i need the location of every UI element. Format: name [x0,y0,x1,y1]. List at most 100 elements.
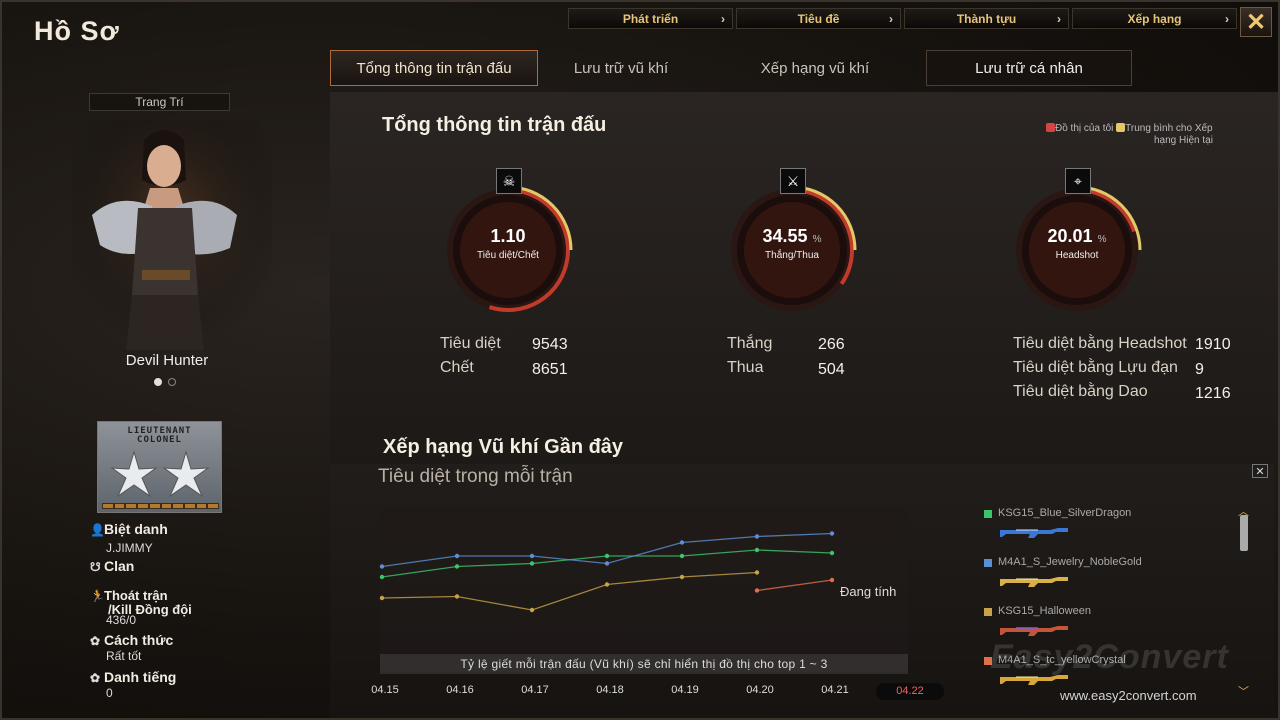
data-point[interactable] [379,564,385,569]
top-nav: Phát triển › Tiêu đề › Thành tựu › Xếp hạng… [568,8,1237,29]
data-point[interactable] [754,588,760,593]
scroll-thumb[interactable] [1240,515,1248,551]
knife-kills-value: 1216 [1195,385,1231,402]
counting-label: Đang tính [840,584,897,599]
x-tick-label[interactable]: 04.16 [435,684,485,696]
gauge-number: 20.01 [1047,226,1093,246]
data-point[interactable] [679,553,685,559]
close-icon: ✕ [1255,465,1265,478]
data-point[interactable] [679,540,685,545]
weapon-color-swatch [984,608,992,616]
crossed-swords-icon: ⚔ [780,168,806,194]
watermark-url: www.easy2convert.com [1060,688,1197,703]
rank-title-line: COLONEL [137,435,182,445]
losses-value: 504 [818,361,845,378]
rank-progress [102,503,219,509]
weapon-color-swatch [984,510,992,518]
weapon-name: KSG15_Blue_SilverDragon [984,507,1142,519]
data-point[interactable] [529,553,535,559]
data-point[interactable] [829,531,835,536]
weapon-list-scrollbar[interactable]: ︿ ﹀ [1238,506,1249,707]
data-point[interactable] [604,553,610,559]
data-point[interactable] [604,582,610,587]
x-tick-label[interactable]: 04.18 [585,684,635,696]
chevron-right-icon: › [889,12,893,26]
nav-development-button[interactable]: Phát triển › [568,8,733,29]
data-point[interactable] [379,574,385,580]
info-label: Danh tiếng [104,669,177,685]
data-point[interactable] [379,595,385,601]
fame-value: 0 [106,686,113,700]
wins-label: Thắng [727,335,773,352]
person-icon: 👤 [90,523,105,537]
tab-personal-archive[interactable]: Lưu trữ cá nhân [926,50,1132,86]
escape-label: 🏃Thoát trận/Kill Đồng đội [90,589,192,616]
weapon-item[interactable]: M4A1_S_Jewelry_NobleGold [984,556,1142,605]
character-pager [154,378,176,386]
data-point[interactable] [754,570,760,575]
chart-title: Tiêu diệt trong mỗi trận [378,466,573,487]
x-tick-label[interactable]: 04.20 [735,684,785,696]
nav-titles-button[interactable]: Tiêu đề › [736,8,901,29]
nav-label: Thành tựu [956,11,1017,26]
data-point[interactable] [829,550,835,556]
profile-window: Hồ Sơ Phát triển › Tiêu đề › Thành tựu › Xế… [0,0,1280,720]
weapon-color-swatch [984,559,992,567]
deaths-label: Chết [440,359,474,376]
tab-weapon-ranking[interactable]: Xếp hạng vũ khí [716,50,914,86]
chart-close-button[interactable]: ✕ [1252,464,1268,478]
legend-avg: hạng Hiện tại [1154,135,1213,146]
wins-value: 266 [818,336,845,353]
data-point[interactable] [529,561,535,566]
legend-mine: Đồ thị của tôi [1055,123,1114,134]
data-point[interactable] [754,534,760,539]
deaths-value: 8651 [532,361,568,378]
weapon-name: M4A1_S_Jewelry_NobleGold [984,556,1142,568]
tab-match-summary[interactable]: Tổng thông tin trận đấu [330,50,538,86]
x-tick-label[interactable]: 04.22 [876,683,944,700]
weapon-item[interactable]: KSG15_Blue_SilverDragon [984,507,1142,556]
gauge-kd: ☠ 1.10 Tiêu diệt/Chết [438,168,578,320]
data-point[interactable] [604,561,610,566]
rifle-icon [1000,577,1068,587]
pager-dot[interactable] [154,378,162,386]
rifle-icon [1000,528,1068,538]
chart-note: Tỷ lệ giết mỗi trận đấu (Vũ khí) sẽ chỉ … [380,654,908,674]
skull-icon: ☠ [496,168,522,194]
decor-button[interactable]: Trang Trí [89,93,230,111]
close-button[interactable]: ✕ [1240,7,1272,37]
tab-weapon-archive[interactable]: Lưu trữ vũ khí [538,50,704,86]
scroll-down-icon[interactable]: ﹀ [1238,683,1249,699]
nickname-value: J.JIMMY [106,541,153,555]
x-tick-label[interactable]: 04.15 [360,684,410,696]
gauge-unit: % [812,234,822,245]
info-label: Cách thức [104,632,174,648]
x-tick-label[interactable]: 04.17 [510,684,560,696]
data-point[interactable] [454,553,460,559]
data-point[interactable] [754,547,760,553]
recent-title: Xếp hạng Vũ khí Gần đây [383,436,624,458]
gauge-value: 34.55 % [722,226,862,247]
hs-kills-label: Tiêu diệt bằng Headshot [1013,335,1187,352]
nav-label: Tiêu đề [797,11,840,26]
data-point[interactable] [529,607,535,613]
x-tick-label[interactable]: 04.21 [810,684,860,696]
data-point[interactable] [679,574,685,580]
kills-value: 9543 [532,336,568,353]
gauge-label: Headshot [1055,250,1099,261]
pager-dot[interactable] [168,378,176,386]
data-point[interactable] [454,594,460,599]
info-label: Biệt danh [104,521,168,537]
nav-achievements-button[interactable]: Thành tựu › [904,8,1069,29]
nav-ranking-button[interactable]: Xếp hạng › [1072,8,1237,29]
chevron-right-icon: › [721,12,725,26]
data-point[interactable] [454,564,460,569]
data-point[interactable] [829,577,835,583]
manner-label: ✿ Cách thức [90,632,173,648]
legend-swatch [1046,123,1055,132]
gauge-winrate: ⚔ 34.55 % Thắng/Thua [722,168,862,320]
x-tick-label[interactable]: 04.19 [660,684,710,696]
grenade-kills-value: 9 [1195,361,1204,378]
watermark-logo: Easy2Convert [990,638,1229,676]
flower-icon: ✿ [90,671,101,685]
